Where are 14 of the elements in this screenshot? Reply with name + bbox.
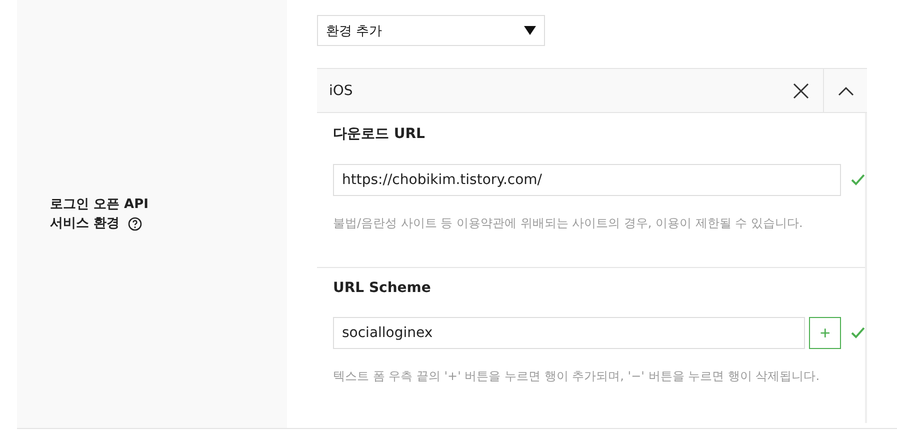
- setting-label-text: 서비스 환경: [50, 215, 120, 233]
- help-icon[interactable]: [128, 216, 142, 230]
- chevron-icon: [838, 86, 854, 96]
- panel-title: iOS: [328, 82, 354, 98]
- input-field[interactable]: https://chobikim.tistory.com/: [333, 164, 842, 196]
- caret-icon: [524, 26, 536, 35]
- field-label: URL Scheme: [333, 280, 432, 296]
- field-label: 다운로드 URL: [333, 125, 426, 143]
- field-hint: 텍스트 폼 우측 끝의 '+' 버튼을 누르면 행이 추가되며, '−' 버튼을 누르면 행이 삭제됩니다.: [333, 368, 821, 385]
- close-icon: [793, 82, 809, 98]
- input-field[interactable]: socialloginex: [333, 317, 806, 349]
- setting-label-text: 로그인 오픈 API: [50, 196, 148, 214]
- field-hint: 불법/음란성 사이트 등 이용약관에 위배되는 사이트의 경우, 이용이 제한될 수 있습니다.: [333, 215, 804, 232]
- environment-dropdown[interactable]: 환경 추가: [317, 15, 545, 46]
